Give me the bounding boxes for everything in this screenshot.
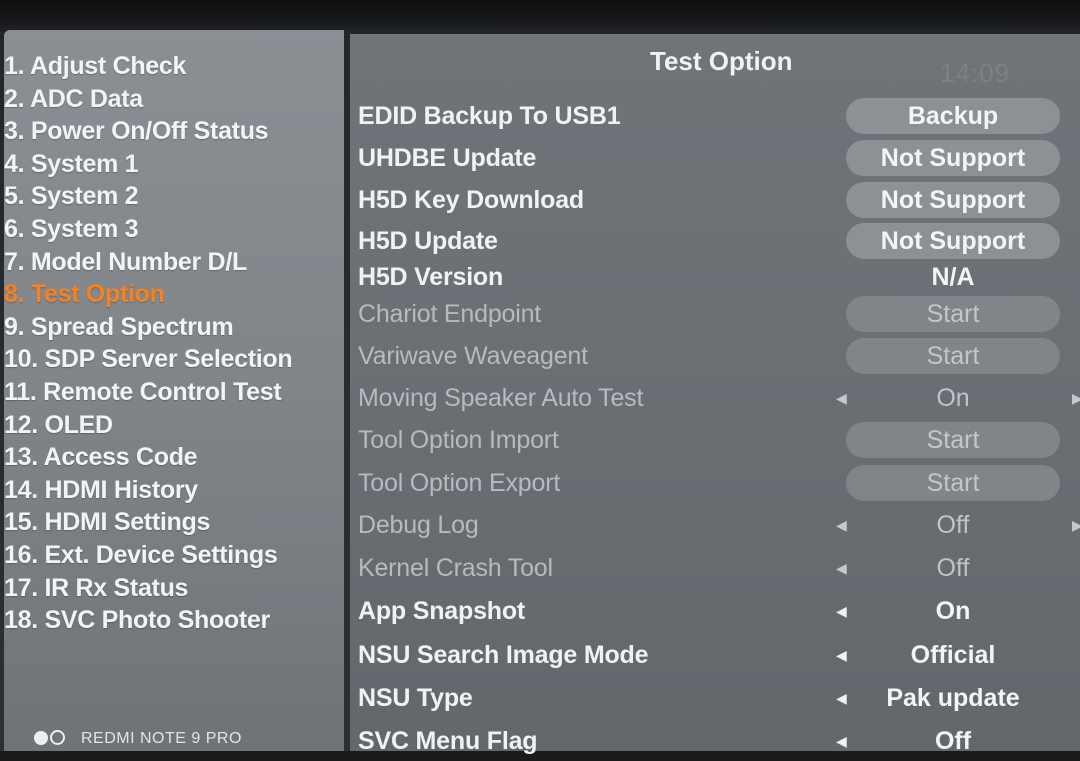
- option-label: Variwave Waveagent: [358, 342, 588, 370]
- panel-title: Test Option: [650, 46, 793, 76]
- option-label: NSU Search Image Mode: [358, 641, 649, 669]
- option-row-h5d-key-download: H5D Key Download Not Support: [350, 180, 1080, 220]
- moving-speaker-auto-test-value[interactable]: On: [846, 378, 1060, 418]
- backup-button[interactable]: Backup: [846, 98, 1060, 134]
- option-label: Kernel Crash Tool: [358, 554, 553, 582]
- option-label: NSU Type: [358, 684, 473, 712]
- nsu-search-image-mode-value[interactable]: Official: [846, 635, 1060, 675]
- watermark-dot-icon: [34, 731, 48, 745]
- option-label: Debug Log: [358, 511, 479, 539]
- menu-item-sdp-server-selection[interactable]: 10. SDP Server Selection: [4, 343, 344, 376]
- option-row-kernel-crash-tool: Kernel Crash Tool ◀ Off: [350, 548, 1080, 588]
- svc-menu-flag-value[interactable]: Off: [846, 721, 1060, 761]
- option-row-h5d-update: H5D Update Not Support: [350, 221, 1080, 261]
- menu-item-ext-device-settings[interactable]: 16. Ext. Device Settings: [4, 539, 344, 572]
- variwave-waveagent-start-button[interactable]: Start: [846, 338, 1060, 374]
- option-row-moving-speaker-auto-test: Moving Speaker Auto Test ◀ On ▶: [350, 378, 1080, 418]
- menu-item-system-3[interactable]: 6. System 3: [4, 213, 344, 246]
- option-row-app-snapshot: App Snapshot ◀ On: [350, 591, 1080, 631]
- option-row-nsu-type: NSU Type ◀ Pak update: [350, 678, 1080, 718]
- camera-watermark: REDMI NOTE 9 PRO: [34, 730, 242, 752]
- clock-display: 14:09: [940, 58, 1011, 88]
- option-label: H5D Update: [358, 227, 498, 255]
- option-label: Tool Option Export: [358, 469, 561, 497]
- h5d-version-value: N/A: [931, 263, 975, 291]
- option-label: Chariot Endpoint: [358, 300, 542, 328]
- menu-item-access-code[interactable]: 13. Access Code: [4, 441, 344, 474]
- menu-item-adjust-check[interactable]: 1. Adjust Check: [4, 50, 344, 83]
- menu-item-model-number-dl[interactable]: 7. Model Number D/L: [4, 246, 344, 279]
- option-row-nsu-search-image-mode: NSU Search Image Mode ◀ Official: [350, 635, 1080, 675]
- app-snapshot-value[interactable]: On: [846, 591, 1060, 631]
- nsu-type-value[interactable]: Pak update: [846, 678, 1060, 718]
- debug-log-value[interactable]: Off: [846, 505, 1060, 545]
- menu-item-oled[interactable]: 12. OLED: [4, 409, 344, 442]
- option-label: EDID Backup To USB1: [358, 102, 621, 130]
- option-row-chariot-endpoint: Chariot Endpoint Start: [350, 294, 1080, 334]
- service-menu-sidebar: 1. Adjust Check 2. ADC Data 3. Power On/…: [4, 30, 344, 751]
- menu-item-remote-control-test[interactable]: 11. Remote Control Test: [4, 376, 344, 409]
- option-label: Moving Speaker Auto Test: [358, 384, 644, 412]
- menu-item-hdmi-history[interactable]: 14. HDMI History: [4, 474, 344, 507]
- option-label: UHDBE Update: [358, 144, 537, 172]
- menu-item-svc-photo-shooter[interactable]: 18. SVC Photo Shooter: [4, 604, 344, 637]
- menu-item-system-1[interactable]: 4. System 1: [4, 148, 344, 181]
- menu-item-adc-data[interactable]: 2. ADC Data: [4, 83, 344, 116]
- option-row-debug-log: Debug Log ◀ Off ▶: [350, 505, 1080, 545]
- option-row-uhdbe-update: UHDBE Update Not Support: [350, 138, 1080, 178]
- tool-option-import-start-button[interactable]: Start: [846, 422, 1060, 458]
- option-label: SVC Menu Flag: [358, 727, 538, 755]
- menu-item-hdmi-settings[interactable]: 15. HDMI Settings: [4, 506, 344, 539]
- option-label: Tool Option Import: [358, 426, 559, 454]
- menu-item-ir-rx-status[interactable]: 17. IR Rx Status: [4, 572, 344, 605]
- option-label: App Snapshot: [358, 597, 526, 625]
- h5d-key-download-button[interactable]: Not Support: [846, 182, 1060, 218]
- arrow-right-icon[interactable]: ▶: [1072, 505, 1080, 545]
- menu-item-power-on-off-status[interactable]: 3. Power On/Off Status: [4, 115, 344, 148]
- tool-option-export-start-button[interactable]: Start: [846, 465, 1060, 501]
- option-row-tool-option-export: Tool Option Export Start: [350, 463, 1080, 503]
- option-label: H5D Version: [358, 263, 504, 291]
- watermark-text: REDMI NOTE 9 PRO: [81, 730, 242, 747]
- chariot-endpoint-start-button[interactable]: Start: [846, 296, 1060, 332]
- option-row-tool-option-import: Tool Option Import Start: [350, 420, 1080, 460]
- menu-item-test-option[interactable]: 8. Test Option: [4, 278, 344, 311]
- h5d-update-button[interactable]: Not Support: [846, 223, 1060, 259]
- menu-item-spread-spectrum[interactable]: 9. Spread Spectrum: [4, 311, 344, 344]
- option-label: H5D Key Download: [358, 186, 584, 214]
- watermark-ring-icon: [50, 730, 65, 745]
- option-row-h5d-version: H5D Version N/A: [350, 257, 1080, 297]
- tv-screen: 1. Adjust Check 2. ADC Data 3. Power On/…: [0, 0, 1080, 755]
- test-option-panel: Test Option 14:09 EDID Backup To USB1 Ba…: [350, 34, 1080, 755]
- menu-item-system-2[interactable]: 5. System 2: [4, 180, 344, 213]
- service-menu-list: 1. Adjust Check 2. ADC Data 3. Power On/…: [4, 30, 344, 637]
- uhdbe-update-button[interactable]: Not Support: [846, 140, 1060, 176]
- option-row-variwave-waveagent: Variwave Waveagent Start: [350, 336, 1080, 376]
- option-row-edid-backup: EDID Backup To USB1 Backup: [350, 96, 1080, 136]
- option-row-svc-menu-flag: SVC Menu Flag ◀ Off: [350, 721, 1080, 761]
- kernel-crash-tool-value[interactable]: Off: [846, 548, 1060, 588]
- arrow-right-icon[interactable]: ▶: [1072, 378, 1080, 418]
